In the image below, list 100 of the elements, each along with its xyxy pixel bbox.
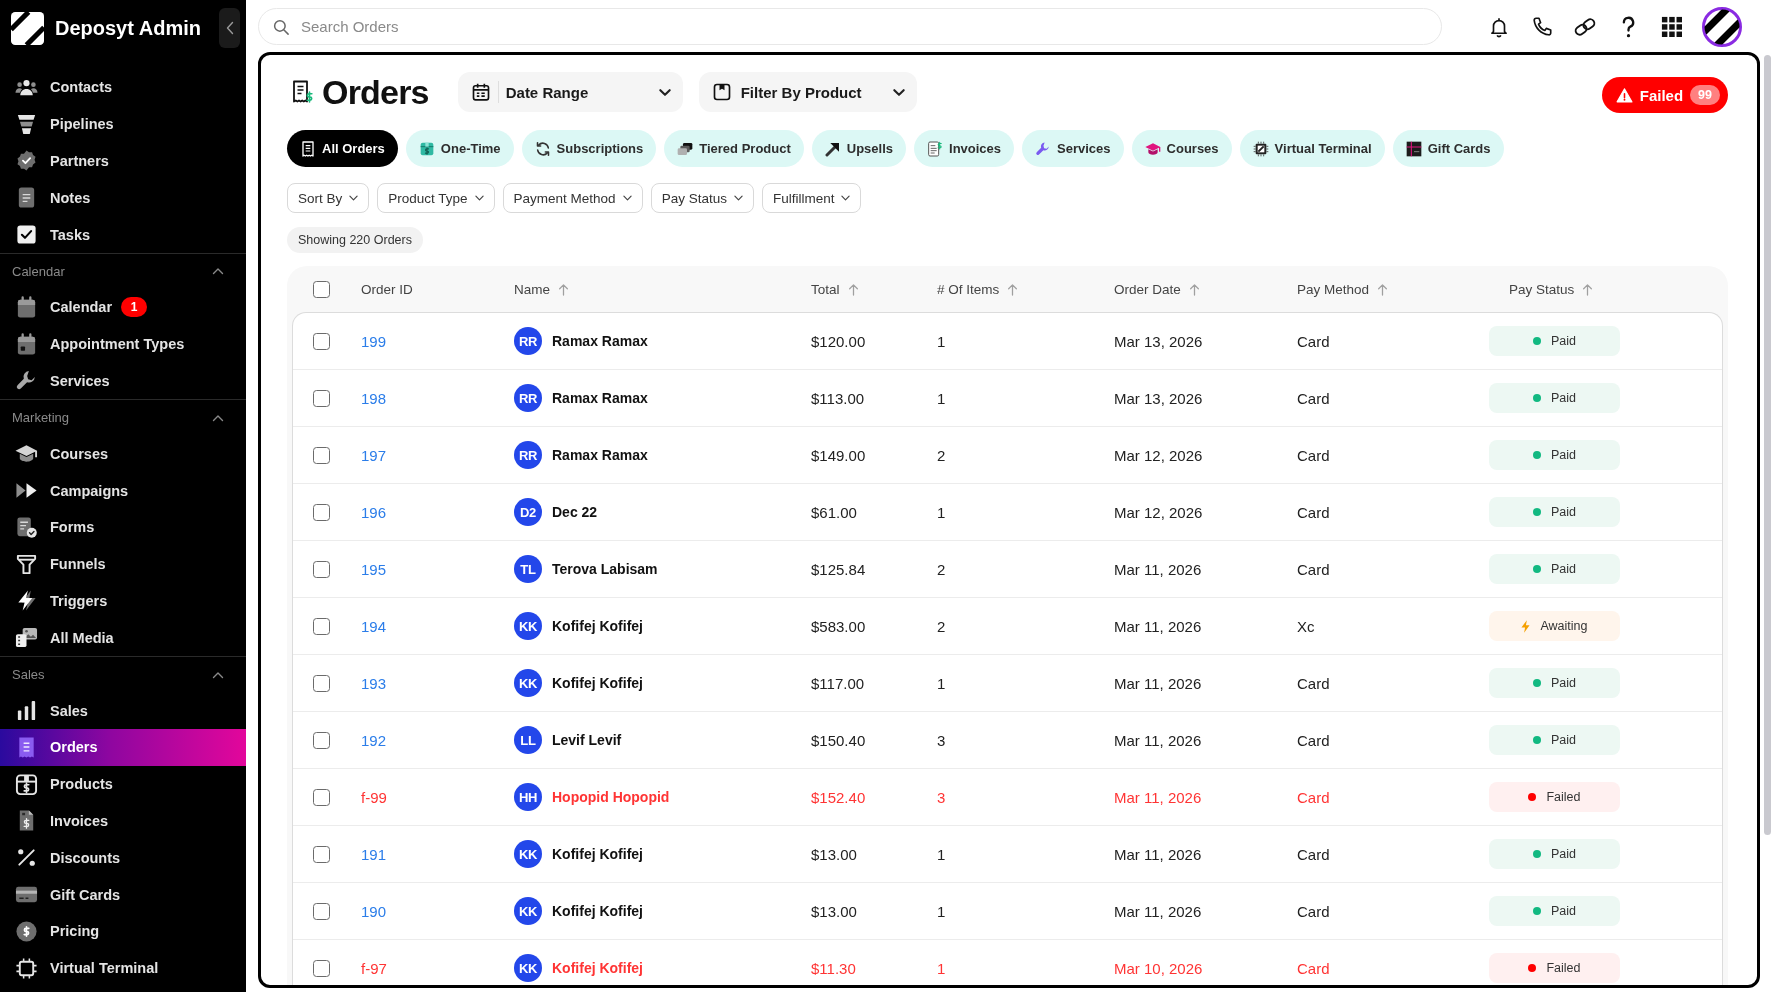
sidebar-item[interactable]: Pipelines xyxy=(0,105,246,143)
order-id-link[interactable]: 199 xyxy=(361,332,387,350)
bar-chart-icon xyxy=(15,699,38,723)
initials-avatar: RR xyxy=(514,384,542,412)
column-header[interactable]: Name xyxy=(514,281,569,297)
order-id-link[interactable]: 193 xyxy=(361,674,387,692)
chevron-up-icon[interactable] xyxy=(212,413,224,422)
row-checkbox[interactable] xyxy=(313,788,330,806)
order-id-link[interactable]: 194 xyxy=(361,617,387,635)
sidebar-item[interactable]: Notes xyxy=(0,179,246,217)
order-id-link[interactable]: f-99 xyxy=(361,788,387,806)
tab[interactable]: Upsells xyxy=(811,130,907,167)
initials-avatar: D2 xyxy=(514,498,542,526)
product-filter-dropdown[interactable]: Filter By Product xyxy=(698,72,917,112)
apps-grid-icon[interactable] xyxy=(1660,16,1682,37)
filter-dropdown[interactable]: Sort By xyxy=(287,183,370,213)
customer-name: Kofifej Kofifej xyxy=(552,903,643,919)
status-label: Paid xyxy=(1551,904,1576,918)
row-checkbox[interactable] xyxy=(313,332,330,350)
chevron-up-icon[interactable] xyxy=(212,267,224,276)
order-id-link[interactable]: f-97 xyxy=(361,959,387,977)
sidebar-item[interactable]: Services xyxy=(0,362,246,400)
phone-icon[interactable] xyxy=(1531,15,1553,38)
tab[interactable]: Virtual Terminal xyxy=(1239,130,1385,167)
order-total: $117.00 xyxy=(811,674,865,692)
sidebar-item[interactable]: Forms xyxy=(0,508,246,546)
item-count: 3 xyxy=(937,788,946,806)
tab[interactable]: Courses xyxy=(1131,130,1232,167)
row-checkbox[interactable] xyxy=(313,731,330,749)
tab[interactable]: Gift Cards xyxy=(1392,130,1504,167)
row-checkbox[interactable] xyxy=(313,674,330,692)
sidebar-item[interactable]: Orders xyxy=(0,728,246,766)
chevron-down-icon xyxy=(474,195,484,201)
sidebar-item[interactable]: Tasks xyxy=(0,216,246,253)
column-header[interactable]: Total xyxy=(811,281,859,297)
dollar-box-icon xyxy=(15,772,38,796)
filter-dropdown[interactable]: Product Type xyxy=(377,183,495,213)
sidebar-item[interactable]: Invoices xyxy=(0,802,246,840)
sidebar-item[interactable]: Gift Cards xyxy=(0,876,246,913)
column-header[interactable]: # Of Items xyxy=(937,281,1019,297)
sidebar-item[interactable]: Triggers xyxy=(0,582,246,620)
pay-method: Card xyxy=(1297,332,1330,350)
customer-name: Ramax Ramax xyxy=(552,333,648,349)
sidebar-item[interactable]: Campaigns xyxy=(0,472,246,509)
item-count: 1 xyxy=(937,503,946,521)
sidebar-item[interactable]: Appointment Types xyxy=(0,325,246,363)
order-id-link[interactable]: 191 xyxy=(361,845,387,863)
select-all-checkbox[interactable] xyxy=(313,280,330,298)
row-checkbox[interactable] xyxy=(313,446,330,464)
row-checkbox[interactable] xyxy=(313,902,330,920)
scrollbar-thumb[interactable] xyxy=(1764,55,1771,835)
sidebar-item[interactable]: All Media xyxy=(0,619,246,657)
order-id-link[interactable]: 198 xyxy=(361,389,387,407)
sidebar-item[interactable]: Courses xyxy=(0,435,246,473)
order-id-link[interactable]: 192 xyxy=(361,731,387,749)
sidebar-item[interactable]: Funnels xyxy=(0,545,246,583)
bell-icon[interactable] xyxy=(1488,15,1510,38)
order-id-link[interactable]: 197 xyxy=(361,446,387,464)
tab[interactable]: All Orders xyxy=(287,130,398,167)
row-checkbox[interactable] xyxy=(313,503,330,521)
row-checkbox[interactable] xyxy=(313,617,330,635)
order-id-link[interactable]: 196 xyxy=(361,503,387,521)
column-header[interactable]: Pay Method xyxy=(1297,281,1389,297)
tab[interactable]: Tiered Product xyxy=(664,130,804,167)
filter-dropdown[interactable]: Fulfillment xyxy=(761,183,862,213)
order-id-link[interactable]: 190 xyxy=(361,902,387,920)
tab[interactable]: Invoices xyxy=(914,130,1015,167)
sidebar-item[interactable]: Pricing xyxy=(0,912,246,950)
sidebar-item[interactable]: Products xyxy=(0,765,246,803)
row-checkbox[interactable] xyxy=(313,560,330,578)
help-icon[interactable] xyxy=(1621,15,1635,38)
search-field[interactable]: Search Orders xyxy=(258,8,1442,45)
sidebar-item[interactable]: Virtual Terminal xyxy=(0,949,246,987)
sidebar-item[interactable]: Partners xyxy=(0,142,246,180)
initials-avatar: KK xyxy=(514,954,542,982)
status-label: Paid xyxy=(1551,505,1576,519)
collapse-sidebar-button[interactable] xyxy=(219,8,240,48)
row-checkbox[interactable] xyxy=(313,389,330,407)
chevron-up-icon[interactable] xyxy=(212,670,224,679)
row-checkbox[interactable] xyxy=(313,845,330,863)
failed-orders-button[interactable]: Failed 99 xyxy=(1601,77,1728,113)
receipt-icon xyxy=(300,140,316,157)
sidebar-item[interactable]: Calendar 1 xyxy=(0,289,246,326)
column-header[interactable]: Pay Status xyxy=(1509,281,1594,297)
column-header[interactable]: Order Date xyxy=(1114,281,1200,297)
row-checkbox[interactable] xyxy=(313,959,330,977)
order-id-link[interactable]: 195 xyxy=(361,560,387,578)
tick-square-icon xyxy=(15,223,38,247)
filter-dropdown[interactable]: Pay Status xyxy=(650,183,754,213)
date-range-dropdown[interactable]: Date Range xyxy=(457,72,683,112)
sidebar-item[interactable]: Sales xyxy=(0,692,246,729)
chevron-down-icon xyxy=(892,88,905,96)
tab[interactable]: Subscriptions xyxy=(521,130,657,167)
order-date: Mar 11, 2026 xyxy=(1114,560,1202,578)
sidebar-item[interactable]: Contacts xyxy=(0,69,246,106)
filter-dropdown[interactable]: Payment Method xyxy=(502,183,643,213)
tab[interactable]: One-Time xyxy=(405,130,514,167)
sidebar-item[interactable]: Discounts xyxy=(0,839,246,877)
tab[interactable]: Services xyxy=(1022,130,1124,167)
account-avatar[interactable] xyxy=(1702,6,1742,47)
